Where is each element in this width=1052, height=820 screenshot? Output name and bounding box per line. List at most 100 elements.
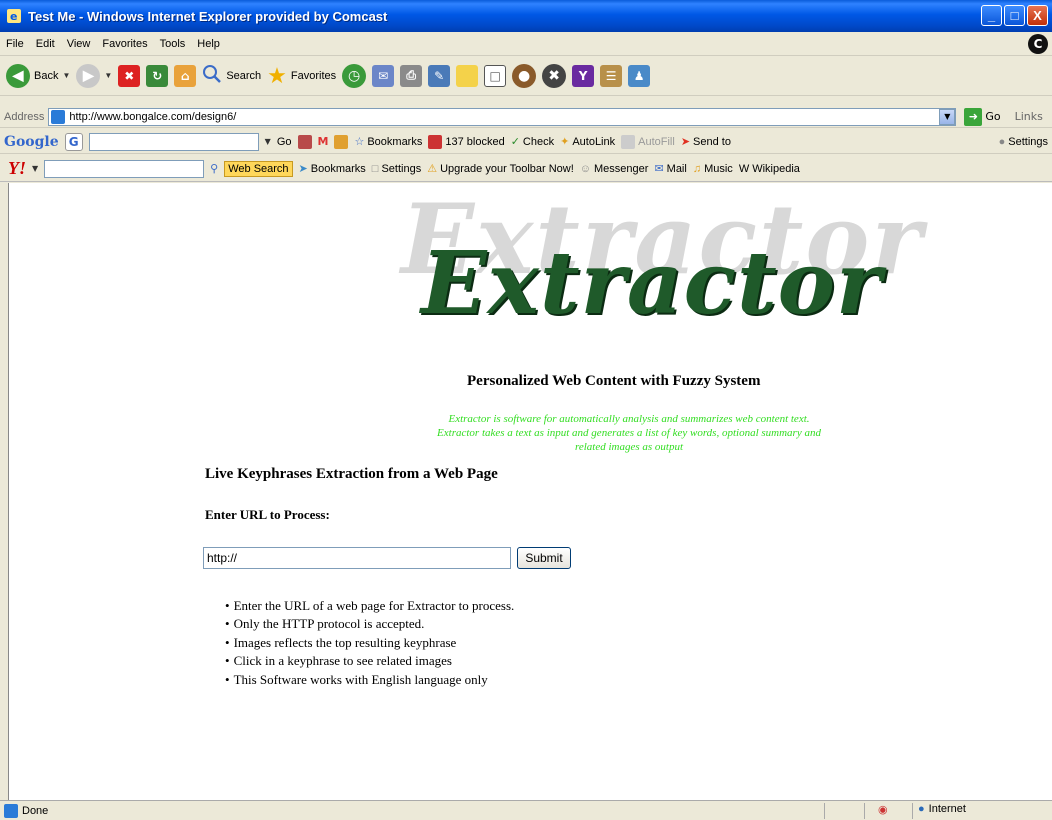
- yahoo-menu-dropdown-icon[interactable]: ▼: [32, 164, 38, 173]
- search-button-label: Search: [226, 69, 262, 82]
- forward-dropdown-icon[interactable]: ▼: [104, 71, 112, 80]
- go-button-label: Go: [985, 110, 1001, 123]
- wikipedia-button[interactable]: W Wikipedia: [739, 163, 800, 175]
- page-status-icon: [4, 803, 18, 818]
- address-dropdown-icon[interactable]: ▼: [939, 108, 956, 125]
- refresh-icon[interactable]: ↻: [146, 64, 169, 87]
- instructions-list: Enter the URL of a web page for Extracto…: [234, 597, 515, 689]
- minimize-button[interactable]: _: [981, 5, 1002, 26]
- forward-button[interactable]: ▶ ▼: [76, 63, 112, 88]
- links-button[interactable]: Links: [1015, 110, 1043, 123]
- tools-icon[interactable]: ☰: [600, 64, 623, 87]
- block-icon[interactable]: ✖: [542, 63, 567, 88]
- settings-circle-icon: ●: [998, 135, 1006, 148]
- logo-text: Extractor: [421, 233, 883, 334]
- mail-envelope-icon: ✉: [654, 163, 664, 175]
- send-to-icon: ➤: [680, 136, 691, 148]
- mail-icon[interactable]: ✉: [372, 64, 395, 87]
- upgrade-toolbar-button[interactable]: ⚠ Upgrade your Toolbar Now!: [427, 162, 574, 176]
- discuss-icon[interactable]: □: [484, 64, 507, 87]
- go-button[interactable]: ➜ Go: [964, 107, 1001, 126]
- standard-toolbar: ◀ Back ▼ ▶ ▼ ✖ ↻ ⌂ Search ★ Favorites ◷ …: [0, 56, 1052, 96]
- edit-icon[interactable]: ✎: [428, 64, 451, 87]
- close-button[interactable]: X: [1027, 5, 1048, 26]
- home-icon[interactable]: ⌂: [174, 64, 197, 87]
- maximize-button[interactable]: □: [1004, 5, 1025, 26]
- address-input[interactable]: http://www.bongalce.com/design6/ ▼: [48, 107, 957, 126]
- yahoo-settings-button[interactable]: □ Settings: [372, 163, 421, 175]
- back-button[interactable]: ◀ Back ▼: [6, 63, 70, 88]
- privacy-icon[interactable]: ◉: [878, 803, 888, 816]
- yahoo-search-icon[interactable]: ⚲: [210, 162, 218, 175]
- go-arrow-icon: ➜: [964, 107, 983, 126]
- gmail-icon[interactable]: M: [318, 135, 329, 148]
- status-text: Done: [4, 803, 48, 818]
- search-icon: [202, 64, 222, 87]
- page-heading: Live Keyphrases Extraction from a Web Pa…: [205, 466, 498, 482]
- warning-icon: ⚠: [427, 163, 438, 175]
- menu-bar: File Edit View Favorites Tools Help C: [0, 32, 1052, 56]
- menu-tools[interactable]: Tools: [160, 38, 186, 50]
- address-url[interactable]: http://www.bongalce.com/design6/: [69, 111, 939, 123]
- google-search-dropdown-icon[interactable]: ▼: [265, 137, 271, 146]
- yahoo-mail-button[interactable]: ✉ Mail: [654, 162, 686, 176]
- address-bar: Address http://www.bongalce.com/design6/…: [0, 106, 1052, 128]
- list-item: Click in a keyphrase to see related imag…: [234, 652, 514, 670]
- yahoo-bookmarks-icon: ➤: [298, 163, 308, 175]
- yahoo-messenger-icon[interactable]: Y: [572, 64, 595, 87]
- google-toolbar: Google G ▼ Go M ☆ Bookmarks 137 blocked …: [0, 130, 1052, 154]
- back-button-label: Back: [34, 69, 59, 82]
- users-icon[interactable]: ♟: [628, 64, 651, 87]
- print-icon[interactable]: ⎙: [400, 64, 423, 87]
- wikipedia-icon: W: [738, 162, 750, 175]
- research-icon[interactable]: ●: [512, 63, 537, 88]
- description-line: Extractor takes a text as input and gene…: [437, 427, 821, 439]
- autofill-button[interactable]: AutoFill: [621, 134, 675, 149]
- ie-window-icon: e: [6, 8, 22, 24]
- yahoo-web-search-button[interactable]: Web Search: [224, 160, 293, 177]
- google-logo[interactable]: Google: [4, 134, 59, 150]
- google-g-icon[interactable]: G: [64, 132, 83, 151]
- menu-favorites[interactable]: Favorites: [102, 38, 147, 50]
- menu-view[interactable]: View: [67, 38, 91, 50]
- popup-blocker-button[interactable]: 137 blocked: [428, 134, 505, 149]
- popup-blocker-icon: [428, 134, 443, 149]
- list-item: This Software works with English languag…: [234, 671, 514, 689]
- security-zone[interactable]: ● Internet: [918, 803, 966, 815]
- google-bookmarks-button[interactable]: ☆ Bookmarks: [354, 135, 422, 149]
- menu-file[interactable]: File: [6, 38, 24, 50]
- autolink-icon: ✦: [560, 136, 570, 148]
- google-settings-button[interactable]: ● Settings: [999, 136, 1048, 148]
- yahoo-search-input[interactable]: [44, 159, 205, 178]
- notes-icon[interactable]: [456, 64, 479, 87]
- yahoo-bookmarks-button[interactable]: ➤ Bookmarks: [298, 162, 366, 176]
- url-input[interactable]: http://: [203, 547, 511, 569]
- messenger-button[interactable]: ☺ Messenger: [580, 163, 649, 175]
- title-bar[interactable]: e Test Me - Windows Internet Explorer pr…: [0, 0, 1052, 32]
- news-icon[interactable]: [297, 134, 312, 149]
- stop-icon[interactable]: ✖: [118, 64, 141, 87]
- puzzle-icon[interactable]: [334, 134, 349, 149]
- google-go-button[interactable]: Go: [277, 136, 292, 148]
- status-bar: Done ◉ ● Internet: [0, 800, 1052, 820]
- history-icon[interactable]: ◷: [342, 63, 367, 88]
- status-divider: [912, 803, 913, 819]
- yahoo-logo[interactable]: Y!: [8, 158, 26, 179]
- music-button[interactable]: ♫ Music: [693, 163, 733, 175]
- submit-button[interactable]: Submit: [517, 547, 571, 569]
- back-dropdown-icon[interactable]: ▼: [62, 71, 70, 80]
- list-item: Images reflects the top resulting keyphr…: [234, 634, 514, 652]
- description-line: Extractor is software for automatically …: [448, 413, 810, 425]
- spell-check-button[interactable]: ✓ Check: [511, 135, 554, 149]
- favorites-button[interactable]: ★ Favorites: [267, 63, 336, 89]
- google-search-input[interactable]: [88, 132, 259, 151]
- send-to-button[interactable]: ➤ Send to: [680, 135, 731, 149]
- favorites-star-icon: ★: [267, 62, 287, 88]
- status-divider: [824, 803, 825, 819]
- menu-help[interactable]: Help: [197, 38, 220, 50]
- autolink-button[interactable]: ✦ AutoLink: [560, 135, 615, 149]
- page-subtitle: Personalized Web Content with Fuzzy Syst…: [467, 373, 761, 389]
- description-line: related images as output: [574, 441, 684, 453]
- search-button[interactable]: Search: [202, 64, 261, 87]
- menu-edit[interactable]: Edit: [36, 38, 55, 50]
